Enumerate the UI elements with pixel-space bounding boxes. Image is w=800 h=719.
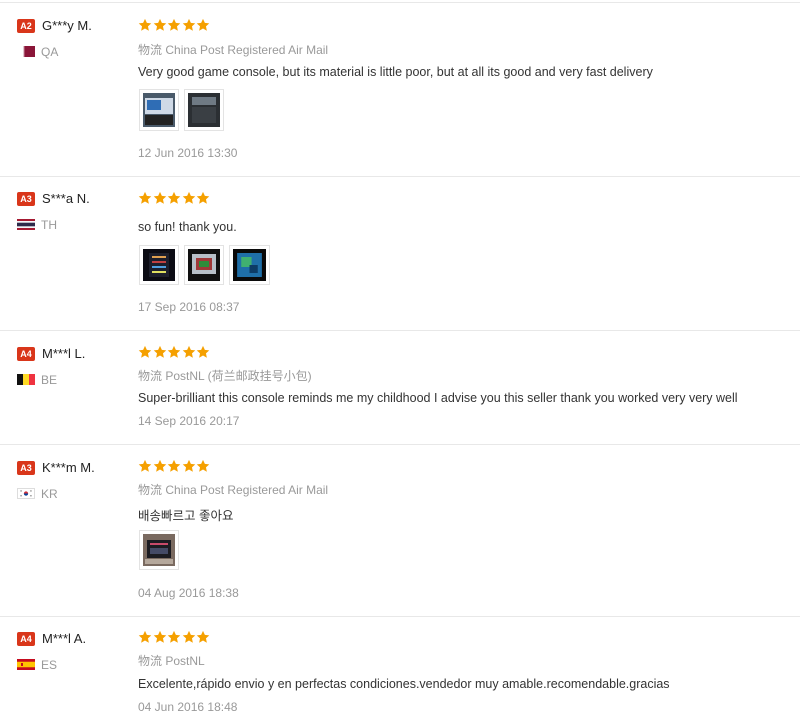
buyer-level-badge: A2 (17, 19, 35, 33)
review-photo (143, 534, 175, 566)
kr-flag-icon (17, 488, 35, 499)
shipping-label: 物流 (138, 369, 163, 383)
shipping-method: PostNL (165, 654, 205, 668)
buyer-name: M***l L. (42, 346, 86, 361)
star-icon (138, 459, 152, 472)
shipping-info: 物流 China Post Registered Air Mail (138, 41, 328, 58)
star-icon (167, 191, 181, 204)
be-flag-icon (17, 374, 35, 385)
review-comment: Excelente,rápido envio y en perfectas co… (138, 677, 670, 691)
star-icon (182, 630, 195, 643)
review-comment: 배송빠르고 좋아요 (138, 509, 234, 523)
qa-flag-icon (17, 46, 35, 57)
buyer-name: G***y M. (42, 18, 92, 33)
buyer-level-badge: A4 (17, 632, 35, 646)
star-rating (138, 345, 211, 361)
star-icon (153, 459, 166, 472)
star-icon (153, 191, 166, 204)
buyer-country: QA (41, 45, 59, 59)
review-item: A4 M***l L. BE 物流 PostNL (荷兰邮政挂号小包) Supe… (0, 331, 800, 444)
shipping-label: 物流 (138, 654, 163, 668)
es-flag-icon (17, 659, 35, 670)
star-icon (196, 18, 210, 31)
buyer-level-badge: A3 (17, 461, 35, 475)
review-comment: Super-brilliant this console reminds me … (138, 391, 738, 405)
shipping-label: 物流 (138, 43, 163, 57)
review-date: 04 Aug 2016 18:38 (138, 586, 239, 600)
review-photo-thumbnail[interactable] (184, 245, 224, 285)
star-icon (167, 345, 181, 358)
review-photo (188, 249, 220, 281)
review-date: 12 Jun 2016 13:30 (138, 146, 238, 160)
star-icon (182, 191, 195, 204)
review-item: A2 G***y M. QA 物流 China Post Registered … (0, 0, 800, 176)
review-photo-thumbnail[interactable] (139, 245, 179, 285)
star-icon (138, 191, 152, 204)
review-item: A4 M***l A. ES 物流 PostNL Excelente,rápid… (0, 617, 800, 719)
shipping-info: 物流 PostNL (荷兰邮政挂号小包) (138, 367, 312, 384)
review-date: 17 Sep 2016 08:37 (138, 300, 240, 314)
star-icon (138, 18, 152, 31)
shipping-method: China Post Registered Air Mail (165, 43, 329, 57)
review-item: A3 K***m M. KR 物流 China Post Registered … (0, 445, 800, 616)
star-icon (138, 345, 152, 358)
star-icon (196, 191, 210, 204)
buyer-name: S***a N. (42, 191, 90, 206)
review-photo (233, 249, 266, 281)
review-photo-thumbnail[interactable] (139, 530, 179, 570)
buyer-level-badge: A4 (17, 347, 35, 361)
star-icon (196, 459, 210, 472)
review-date: 14 Sep 2016 20:17 (138, 414, 240, 428)
star-icon (167, 459, 181, 472)
star-rating (138, 459, 211, 475)
review-photo-thumbnail[interactable] (229, 245, 270, 285)
buyer-country: ES (41, 658, 58, 672)
shipping-label: 物流 (138, 483, 163, 497)
star-icon (167, 630, 181, 643)
star-icon (153, 345, 166, 358)
buyer-country: TH (41, 218, 57, 232)
review-photo (188, 93, 220, 127)
shipping-info: 物流 PostNL (138, 652, 205, 669)
buyer-name: M***l A. (42, 631, 87, 646)
shipping-method: China Post Registered Air Mail (165, 483, 329, 497)
buyer-country: BE (41, 373, 58, 387)
review-comment: Very good game console, but its material… (138, 65, 653, 79)
review-photo (143, 249, 175, 281)
star-icon (182, 459, 195, 472)
review-comment: so fun! thank you. (138, 220, 237, 234)
star-icon (167, 18, 181, 31)
star-icon (196, 345, 210, 358)
buyer-name: K***m M. (42, 460, 95, 475)
review-photo-thumbnail[interactable] (184, 89, 224, 131)
buyer-level-badge: A3 (17, 192, 35, 206)
th-flag-icon (17, 219, 35, 230)
review-photo (143, 93, 175, 127)
shipping-info: 物流 China Post Registered Air Mail (138, 481, 328, 498)
review-date: 04 Jun 2016 18:48 (138, 700, 238, 714)
star-icon (153, 630, 166, 643)
star-icon (182, 18, 195, 31)
review-item: A3 S***a N. TH so fun! thank you. 17 Sep… (0, 177, 800, 330)
star-icon (196, 630, 210, 643)
buyer-country: KR (41, 487, 58, 501)
star-icon (182, 345, 195, 358)
star-rating (138, 18, 211, 34)
star-rating (138, 630, 211, 646)
star-icon (153, 18, 166, 31)
shipping-method: PostNL (荷兰邮政挂号小包) (165, 369, 312, 383)
star-rating (138, 191, 211, 207)
star-icon (138, 630, 152, 643)
review-photo-thumbnail[interactable] (139, 89, 179, 131)
